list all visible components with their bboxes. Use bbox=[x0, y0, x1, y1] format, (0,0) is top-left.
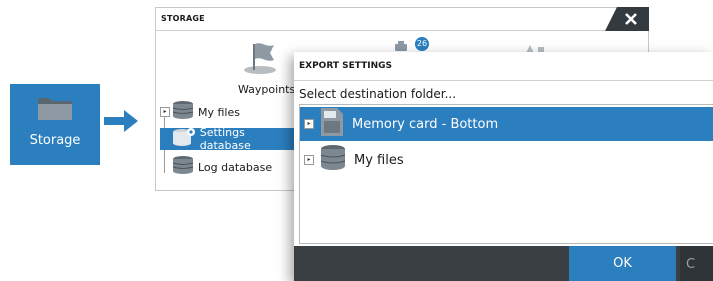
expand-icon[interactable]: ▸ bbox=[304, 155, 314, 165]
database-gear-icon bbox=[172, 127, 196, 152]
storage-tile-label: Storage bbox=[29, 133, 81, 148]
folder-row-my-files[interactable]: ▸ My files bbox=[300, 143, 713, 177]
tree-item-my-files[interactable]: ▸ My files bbox=[160, 100, 240, 125]
count-badge: 26 bbox=[415, 37, 429, 51]
expand-icon[interactable]: ▸ bbox=[304, 119, 314, 129]
folder-row-label: My files bbox=[354, 152, 404, 168]
database-icon bbox=[320, 144, 346, 177]
divider bbox=[294, 80, 713, 81]
tree-item-settings-database[interactable]: Settings database bbox=[160, 126, 296, 152]
folder-row-memory-card[interactable]: ▸ Memory card - Bottom bbox=[300, 107, 713, 141]
folder-row-label: Memory card - Bottom bbox=[352, 116, 499, 132]
folder-icon bbox=[36, 94, 74, 127]
ok-button[interactable]: OK bbox=[569, 246, 676, 281]
arrow-right-icon bbox=[104, 110, 138, 137]
database-icon bbox=[172, 155, 194, 180]
expand-icon[interactable]: ▸ bbox=[160, 107, 170, 117]
cancel-button[interactable]: C bbox=[680, 246, 713, 281]
tree-item-label: Settings database bbox=[199, 126, 251, 152]
tree-item-label: My files bbox=[198, 105, 240, 119]
storage-title: STORAGE bbox=[161, 14, 205, 23]
storage-titlebar: STORAGE bbox=[156, 7, 649, 31]
close-icon bbox=[625, 13, 637, 25]
close-button[interactable] bbox=[605, 7, 649, 31]
storage-tile[interactable]: Storage bbox=[10, 84, 100, 165]
dialog-title: EXPORT SETTINGS bbox=[299, 61, 392, 71]
export-settings-dialog: EXPORT SETTINGS Select destination folde… bbox=[294, 52, 713, 281]
folder-list: ▸ Memory card - Bottom ▸ My files bbox=[299, 104, 713, 244]
waypoint-flag-icon[interactable] bbox=[240, 38, 280, 81]
tree-item-log-database[interactable]: Log database bbox=[160, 155, 273, 180]
waypoints-label: Waypoints bbox=[238, 83, 296, 96]
dialog-footer: OK C bbox=[294, 246, 713, 281]
dialog-prompt: Select destination folder... bbox=[299, 87, 457, 101]
sd-card-icon bbox=[320, 107, 344, 142]
tree-item-label: Log database bbox=[198, 160, 273, 174]
database-icon bbox=[172, 100, 194, 125]
